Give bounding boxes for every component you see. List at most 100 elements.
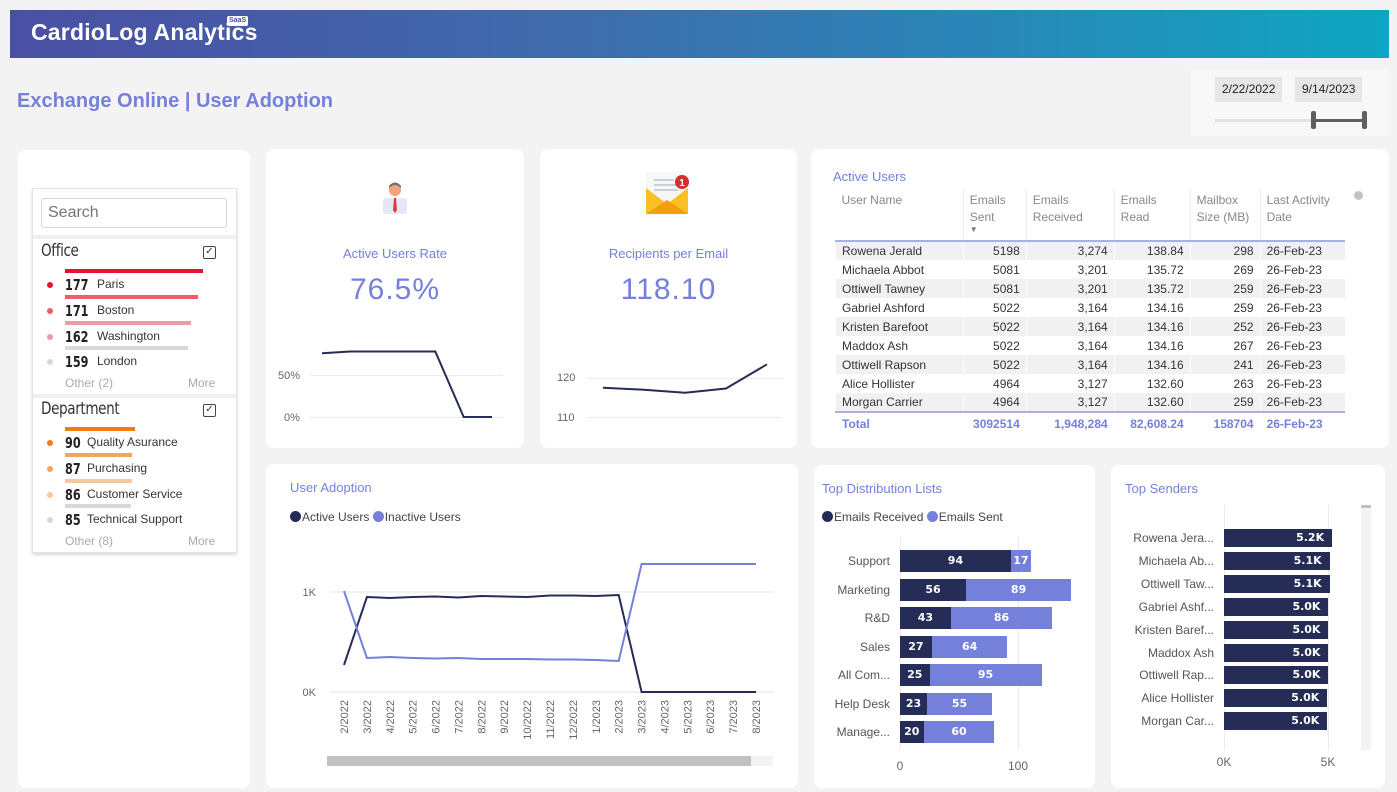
office-other-link[interactable]: Other (2) xyxy=(65,376,113,390)
scroll-indicator[interactable] xyxy=(1354,191,1363,200)
x-tick-label: 11/2022 xyxy=(545,700,557,739)
x-tick-label: 100 xyxy=(1007,759,1029,773)
bar-emails-received[interactable]: 20 xyxy=(900,721,924,743)
category-label: Marketing xyxy=(837,582,890,597)
sender-bar[interactable]: 5.0K xyxy=(1224,712,1328,731)
column-header-emails-sent[interactable]: Emails Sent ▼ xyxy=(962,189,1027,241)
table-cell: 26-Feb-23 xyxy=(1259,298,1345,317)
table-cell: 5022 xyxy=(962,298,1027,317)
item-count: 86 xyxy=(65,486,81,504)
table-cell: 134.16 xyxy=(1113,355,1191,374)
table-cell: Ottiwell Tawney xyxy=(835,279,964,298)
bar-emails-sent[interactable]: 17 xyxy=(1010,550,1031,572)
sender-bar[interactable]: 5.0K xyxy=(1224,666,1329,685)
column-header-mailbox-size[interactable]: Mailbox Size (MB) xyxy=(1189,189,1261,241)
slicer-item-customer-service[interactable]: 86 Customer Service xyxy=(47,479,217,505)
office-group-title: Office xyxy=(41,241,79,261)
bar-emails-received[interactable]: 25 xyxy=(900,664,930,686)
bar-emails-sent[interactable]: 89 xyxy=(966,578,1072,601)
slicer-item-boston[interactable]: 171 Boston xyxy=(47,295,217,321)
series-line-active-users[interactable] xyxy=(343,593,756,693)
x-tick-label: 2/2023 xyxy=(614,700,626,734)
table-row[interactable]: Maddox Ash 5022 3,164 134.16 267 26-Feb-23 xyxy=(835,336,1345,355)
sender-bar[interactable]: 5.0K xyxy=(1224,689,1328,708)
bar-emails-received[interactable]: 23 xyxy=(900,692,928,715)
trend-line xyxy=(602,363,768,394)
x-tick-label: 10/2022 xyxy=(522,700,534,740)
slicer-item-quality-asurance[interactable]: 90 Quality Asurance xyxy=(47,427,217,453)
office-select-all-checkbox[interactable]: ✓ xyxy=(203,246,216,259)
table-cell: 3,201 xyxy=(1025,279,1115,298)
department-other-link[interactable]: Other (8) xyxy=(65,534,113,548)
column-header-emails-received[interactable]: Emails Received xyxy=(1025,189,1115,241)
count-bar xyxy=(65,321,191,325)
column-header-user-name[interactable]: User Name xyxy=(836,189,964,241)
bar-emails-received[interactable]: 27 xyxy=(900,635,932,658)
total-cell: 3092514 xyxy=(962,411,1027,435)
series-line-inactive-users[interactable] xyxy=(343,563,756,663)
table-cell: 263 xyxy=(1189,374,1261,393)
bar-emails-sent[interactable]: 95 xyxy=(929,664,1042,686)
table-cell: 3,164 xyxy=(1025,298,1115,317)
slicer-item-washington[interactable]: 162 Washington xyxy=(47,321,217,347)
department-group-title: Department xyxy=(41,399,120,419)
date-range-slicer: 2/22/2022 9/14/2023 xyxy=(1191,70,1389,136)
table-row[interactable]: Kristen Barefoot 5022 3,164 134.16 252 26-Feb… xyxy=(835,317,1345,336)
item-label: Quality Asurance xyxy=(87,435,178,449)
bar-emails-sent[interactable]: 64 xyxy=(931,635,1008,658)
department-select-all-checkbox[interactable]: ✓ xyxy=(203,404,216,417)
table-cell: 5081 xyxy=(962,279,1027,298)
user-adoption-line-chart: 0K 1K 2/2022 3/2022 4/2022 5/2022 6/2022 7/2022… xyxy=(303,563,774,740)
scrollbar-thumb[interactable] xyxy=(327,756,751,766)
y-tick-label: 1K xyxy=(303,587,317,599)
total-cell: 158704 xyxy=(1189,411,1261,435)
bar-emails-received[interactable]: 94 xyxy=(900,550,1011,572)
item-count: 87 xyxy=(65,460,81,478)
end-date-input[interactable]: 9/14/2023 xyxy=(1295,77,1363,102)
date-slider-end-handle[interactable] xyxy=(1362,111,1367,129)
bar-emails-received[interactable]: 43 xyxy=(900,607,951,629)
table-row[interactable]: Morgan Carrier 4964 3,127 132.60 259 26-Feb-2… xyxy=(835,393,1345,412)
slicer-item-technical-support[interactable]: 85 Technical Support xyxy=(47,504,217,530)
slicer-item-paris[interactable]: 177 Paris xyxy=(47,269,217,295)
table-row[interactable]: Ottiwell Rapson 5022 3,164 134.16 241 26-Feb-… xyxy=(835,355,1345,374)
table-row[interactable]: Michaela Abbot 5081 3,201 135.72 269 26-Feb-2… xyxy=(835,260,1345,279)
x-tick-label: 0 xyxy=(896,759,904,773)
office-more-link[interactable]: More xyxy=(188,376,215,390)
horizontal-scrollbar[interactable] xyxy=(327,756,773,766)
slicer-search-input[interactable] xyxy=(41,198,227,228)
bar-emails-sent[interactable]: 60 xyxy=(923,721,995,743)
bar-emails-sent[interactable]: 86 xyxy=(950,607,1053,629)
table-row[interactable]: Ottiwell Tawney 5081 3,201 135.72 259 26-Feb-… xyxy=(835,279,1345,298)
category-label: Morgan Car... xyxy=(1141,714,1214,729)
start-date-input[interactable]: 2/22/2022 xyxy=(1215,77,1283,102)
department-more-link[interactable]: More xyxy=(188,534,215,548)
date-slider-start-handle[interactable] xyxy=(1311,111,1316,129)
column-header-emails-read[interactable]: Emails Read xyxy=(1113,189,1191,241)
table-cell: Michaela Abbot xyxy=(835,260,964,279)
x-tick-label: 1/2023 xyxy=(591,700,603,734)
table-title: Active Users xyxy=(833,169,906,184)
color-dot xyxy=(47,334,53,340)
table-cell: 298 xyxy=(1189,241,1261,260)
table-cell: 26-Feb-23 xyxy=(1259,374,1345,393)
table-row[interactable]: Alice Hollister 4964 3,127 132.60 263 26-Feb-… xyxy=(835,374,1345,393)
bar-emails-sent[interactable]: 55 xyxy=(927,692,993,715)
user-adoption-chart-card: User Adoption Active Users Inactive User… xyxy=(266,464,798,788)
column-header-last-activity[interactable]: Last Activity Date xyxy=(1259,189,1345,241)
sender-bar[interactable]: 5.1K xyxy=(1224,551,1330,570)
table-row[interactable]: Gabriel Ashford 5022 3,164 134.16 259 26-Feb-… xyxy=(835,298,1345,317)
item-label: Washington xyxy=(97,329,160,343)
total-cell: 26-Feb-23 xyxy=(1259,411,1345,435)
color-dot xyxy=(47,440,53,446)
item-label: Technical Support xyxy=(87,512,183,526)
table-row[interactable]: Rowena Jerald 5198 3,274 138.84 298 26-Feb-23 xyxy=(835,241,1345,260)
sender-bar[interactable]: 5.1K xyxy=(1224,574,1330,593)
bar-emails-received[interactable]: 56 xyxy=(900,578,967,601)
sender-bar[interactable]: 5.0K xyxy=(1224,643,1329,662)
sender-bar[interactable]: 5.0K xyxy=(1224,620,1329,639)
sender-bar[interactable]: 5.0K xyxy=(1224,597,1329,616)
sender-bar[interactable]: 5.2K xyxy=(1224,529,1333,547)
slicer-item-london[interactable]: 159 London xyxy=(47,346,217,372)
slicer-item-purchasing[interactable]: 87 Purchasing xyxy=(47,453,217,479)
